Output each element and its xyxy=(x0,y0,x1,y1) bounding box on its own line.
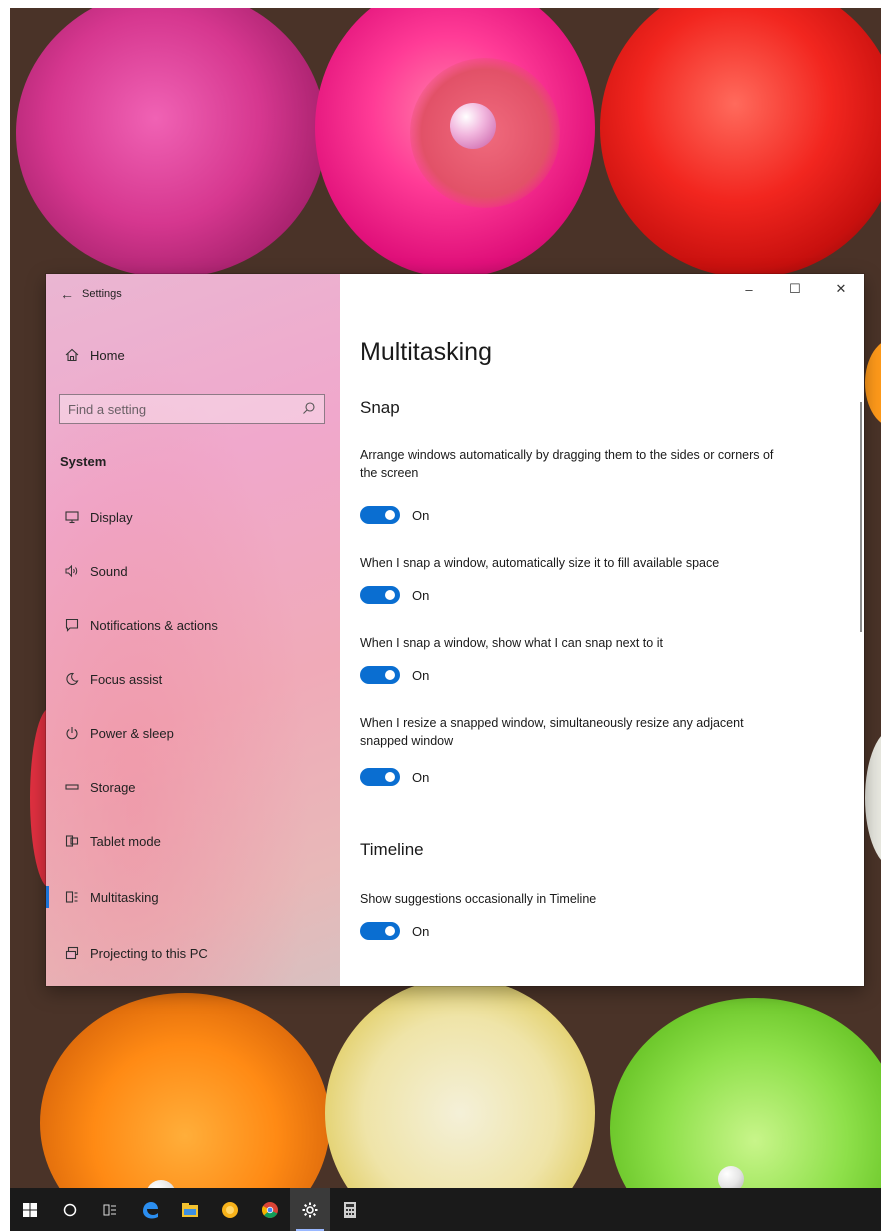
setting-description: When I resize a snapped window, simultan… xyxy=(360,716,744,748)
sticky-app-icon[interactable] xyxy=(210,1188,250,1231)
wallpaper-pearl xyxy=(718,1166,744,1188)
sidebar-item-display[interactable]: Display xyxy=(58,502,133,532)
calculator-icon[interactable] xyxy=(330,1188,370,1231)
page-title: Multitasking xyxy=(360,338,492,366)
wallpaper-sprinkle-cupcake xyxy=(325,978,595,1188)
start-icon[interactable] xyxy=(10,1188,50,1231)
file-explorer-icon[interactable] xyxy=(170,1188,210,1231)
toggle-state-label: On xyxy=(412,507,430,523)
projecting-icon xyxy=(58,946,86,960)
maximize-button[interactable]: ☐ xyxy=(772,274,818,304)
wallpaper-pink-cupcake xyxy=(16,8,326,278)
section-heading-timeline: Timeline xyxy=(360,840,424,859)
toggle-state-label: On xyxy=(412,667,430,683)
toggle-state-label: On xyxy=(412,587,430,603)
sidebar-item-label: Home xyxy=(90,347,125,363)
sidebar-item-storage[interactable]: Storage xyxy=(58,772,136,802)
close-button[interactable]: ✕ xyxy=(818,274,864,304)
toggle-knob xyxy=(385,510,395,520)
tablet-mode-icon xyxy=(58,834,86,848)
storage-icon xyxy=(58,780,86,794)
window-title: Settings xyxy=(82,288,122,300)
setting-description: Arrange windows automatically by draggin… xyxy=(360,448,774,480)
toggle-switch[interactable] xyxy=(360,768,400,786)
toggle-switch[interactable] xyxy=(360,922,400,940)
focus-assist-icon xyxy=(58,672,86,686)
settings-sidebar: ← Settings Home System Display xyxy=(46,274,340,986)
snap-arrange-toggle-row[interactable]: On xyxy=(360,506,429,524)
taskbar xyxy=(10,1188,881,1231)
toggle-switch[interactable] xyxy=(360,666,400,684)
sidebar-item-notifications[interactable]: Notifications & actions xyxy=(58,610,218,640)
sidebar-item-label: Notifications & actions xyxy=(90,617,218,633)
search-input[interactable] xyxy=(60,395,296,423)
timeline-suggestions-toggle-row[interactable]: On xyxy=(360,922,429,940)
sidebar-item-home[interactable]: Home xyxy=(58,340,125,370)
wallpaper-red-rose-cupcake xyxy=(600,8,881,278)
window-controls: – ☐ ✕ xyxy=(726,274,864,304)
snap-assist-toggle-row[interactable]: On xyxy=(360,666,429,684)
sidebar-item-label: Multitasking xyxy=(90,889,159,905)
sidebar-item-focus-assist[interactable]: Focus assist xyxy=(58,664,162,694)
toggle-knob xyxy=(385,926,395,936)
find-setting-search-box[interactable] xyxy=(59,394,325,424)
snap-fill-toggle-row[interactable]: On xyxy=(360,586,429,604)
settings-content-pane: – ☐ ✕ Multitasking Snap Arrange windows … xyxy=(340,274,864,986)
sidebar-item-label: Sound xyxy=(90,563,128,579)
sidebar-item-projecting[interactable]: Projecting to this PC xyxy=(58,938,208,968)
toggle-state-label: On xyxy=(412,923,430,939)
sidebar-item-label: Display xyxy=(90,509,133,525)
section-heading-snap: Snap xyxy=(360,398,400,417)
sidebar-item-multitasking[interactable]: Multitasking xyxy=(58,882,159,912)
sidebar-item-tablet-mode[interactable]: Tablet mode xyxy=(58,826,161,856)
settings-window: ← Settings Home System Display xyxy=(46,274,864,986)
minimize-button[interactable]: – xyxy=(726,274,772,304)
sidebar-item-label: Projecting to this PC xyxy=(90,945,208,961)
wallpaper-pearl xyxy=(450,103,496,149)
search-icon[interactable] xyxy=(302,401,316,420)
wallpaper-white-edge xyxy=(865,728,881,868)
snap-resize-toggle-row[interactable]: On xyxy=(360,768,429,786)
sidebar-item-label: Focus assist xyxy=(90,671,163,687)
setting-description: Show suggestions occasionally in Timelin… xyxy=(360,892,597,906)
toggle-knob xyxy=(385,772,395,782)
wallpaper-green-cupcake xyxy=(610,998,881,1188)
sidebar-item-power-sleep[interactable]: Power & sleep xyxy=(58,718,174,748)
toggle-knob xyxy=(385,590,395,600)
sound-icon xyxy=(58,564,86,578)
scrollbar[interactable] xyxy=(860,402,862,632)
sidebar-item-label: Tablet mode xyxy=(90,833,161,849)
edge-icon[interactable] xyxy=(130,1188,170,1231)
cortana-search-icon[interactable] xyxy=(50,1188,90,1231)
settings-icon[interactable] xyxy=(290,1188,330,1231)
wallpaper-orange-cupcake xyxy=(40,993,330,1188)
setting-description: When I snap a window, show what I can sn… xyxy=(360,636,663,650)
display-icon xyxy=(58,510,86,524)
toggle-knob xyxy=(385,670,395,680)
sidebar-item-label: Power & sleep xyxy=(90,725,174,741)
home-icon xyxy=(58,348,86,362)
chrome-icon[interactable] xyxy=(250,1188,290,1231)
toggle-state-label: On xyxy=(412,769,430,785)
power-icon xyxy=(58,726,86,740)
sidebar-item-sound[interactable]: Sound xyxy=(58,556,128,586)
setting-description: When I snap a window, automatically size… xyxy=(360,556,720,570)
multitasking-icon xyxy=(58,890,86,904)
wallpaper-orange-edge xyxy=(865,338,881,428)
section-heading-system: System xyxy=(60,454,107,469)
active-item-indicator xyxy=(46,886,49,908)
sidebar-item-label: Storage xyxy=(90,779,136,795)
toggle-switch[interactable] xyxy=(360,506,400,524)
back-arrow-icon[interactable]: ← xyxy=(60,286,82,302)
notifications-icon xyxy=(58,618,86,632)
toggle-switch[interactable] xyxy=(360,586,400,604)
task-view-icon[interactable] xyxy=(90,1188,130,1231)
title-bar: ← Settings xyxy=(60,284,122,304)
